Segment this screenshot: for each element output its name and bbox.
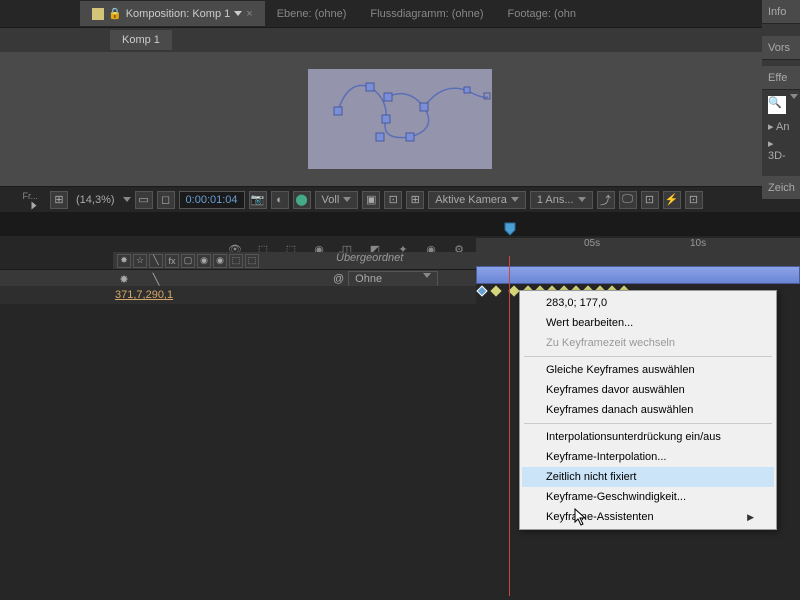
ruler-tick: 05s [584,238,600,249]
keyframe-context-menu: 283,0; 177,0 Wert bearbeiten... Zu Keyfr… [519,290,777,530]
menu-separator [524,356,772,357]
circle-icon: ◉ [197,254,211,268]
blank3-icon: ⬚ [245,254,259,268]
chevron-down-icon [511,197,519,202]
playhead-line [509,256,510,596]
blank2-icon: ⬚ [229,254,243,268]
settings-icon[interactable]: ⊡ [641,191,659,209]
cm-coord-value[interactable]: 283,0; 177,0 [522,293,774,313]
playhead-icon[interactable] [504,222,516,236]
layer-switches: ✸ ☆ ╲ fx ▢ ◉ ◉ ⬚ ⬚ [113,252,263,269]
close-icon[interactable]: × [246,8,252,20]
tab-composition-label: Komposition: Komp 1 [126,8,231,20]
region-icon[interactable]: ▣ [362,191,380,209]
keyframe-diamond-icon[interactable] [490,285,501,296]
position-property-row[interactable]: 371,7,290,1 [0,286,476,304]
fx-icon: ✸ [117,254,131,268]
chevron-down-icon[interactable] [790,94,798,99]
resolution-dropdown[interactable]: Voll [315,191,359,209]
play-icon[interactable] [32,202,37,210]
grid-icon[interactable]: ⊞ [50,191,68,209]
lock-icon: 🔒 [108,7,122,20]
alpha-icon[interactable]: ⊡ [384,191,402,209]
grid2-icon[interactable]: ⊞ [406,191,424,209]
comp-sub-tab[interactable]: Komp 1 [110,30,172,50]
parent-column-header: Übergeordnet [336,252,403,264]
more-icon[interactable]: ⊡ [685,191,703,209]
parent-dropdown[interactable]: Ohne [348,271,438,287]
cm-rove-across-time[interactable]: Zeitlich nicht fixiert [522,467,774,487]
cm-select-following-keyframes[interactable]: Keyframes danach auswählen [522,400,774,420]
panel-info[interactable]: Info [762,0,800,24]
cm-select-previous-keyframes[interactable]: Keyframes davor auswählen [522,380,774,400]
cm-keyframe-assistant[interactable]: Keyframe-Assistenten▶ [522,507,774,527]
monitor-icon[interactable]: 🖵 [619,191,637,209]
resolution-icon[interactable]: ▭ [135,191,153,209]
composition-canvas [308,69,492,169]
chevron-down-icon[interactable] [123,197,131,202]
keyframe-diamond-icon[interactable] [508,285,519,296]
pickwhip-icon[interactable]: @ [333,273,344,285]
time-display[interactable]: 0:00:01:04 [179,191,245,209]
cm-edit-value[interactable]: Wert bearbeiten... [522,313,774,333]
tab-footage[interactable]: Footage: (ohn [496,2,589,26]
chevron-down-icon [578,197,586,202]
sub-tab-bar: Komp 1 [0,28,800,52]
right-panel-stack: Info Vors Effe 🔍 ▸ An ▸ 3D- Zeich [762,0,800,200]
panel-preview[interactable]: Vors [762,36,800,60]
cm-goto-keyframe-time: Zu Keyframezeit wechseln [522,333,774,353]
tab-composition[interactable]: 🔒 Komposition: Komp 1 × [80,1,265,26]
submenu-arrow-icon: ▶ [747,512,754,523]
keyframe-diamond-icon[interactable] [476,285,487,296]
divider [0,212,800,236]
cm-keyframe-interpolation[interactable]: Keyframe-Interpolation... [522,447,774,467]
search-input[interactable]: 🔍 [768,96,786,114]
views-dropdown[interactable]: 1 Ans... [530,191,593,209]
zoom-display[interactable]: (14,3%) [72,194,119,206]
ruler-tick: 10s [690,238,706,249]
tab-layer[interactable]: Ebene: (ohne) [265,2,359,26]
color-icon[interactable]: ⬤ [293,191,311,209]
tab-flowchart[interactable]: Flussdiagramm: (ohne) [358,2,495,26]
position-value[interactable]: 371,7,290,1 [115,289,173,301]
camera-dropdown[interactable]: Aktive Kamera [428,191,526,209]
snapshot-icon[interactable]: 📷 [249,191,267,209]
comp-color-chip-icon [92,8,104,20]
circle2-icon: ◉ [213,254,227,268]
viewer-control-bar: Fr... ⊞ (14,3%) ▭ ◻ 0:00:01:04 📷 ◐ ⬤ Vol… [0,186,800,212]
chevron-down-icon [343,197,351,202]
panel-effects[interactable]: Effe [762,66,800,90]
blank1-icon: ▢ [181,254,195,268]
cm-keyframe-velocity[interactable]: Keyframe-Geschwindigkeit... [522,487,774,507]
cm-toggle-hold[interactable]: Interpolationsunterdrückung ein/aus [522,427,774,447]
square-icon[interactable]: ◻ [157,191,175,209]
star-icon: ☆ [133,254,147,268]
slash-icon: ╲ [149,254,163,268]
fx-label-icon: fx [165,254,179,268]
channel-icon[interactable]: ◐ [271,191,289,209]
chevron-down-icon [234,11,242,16]
layer-duration-bar[interactable] [476,266,800,284]
cm-select-same-keyframes[interactable]: Gleiche Keyframes auswählen [522,360,774,380]
main-tab-bar: 🔒 Komposition: Komp 1 × Ebene: (ohne) Fl… [0,0,800,28]
menu-separator [524,423,772,424]
panel-character[interactable]: Zeich [762,176,800,200]
fast-icon[interactable]: ⚡ [663,191,681,209]
composition-viewport[interactable] [0,52,800,186]
share-icon[interactable]: ⤴ [597,191,615,209]
chevron-down-icon [423,273,431,278]
